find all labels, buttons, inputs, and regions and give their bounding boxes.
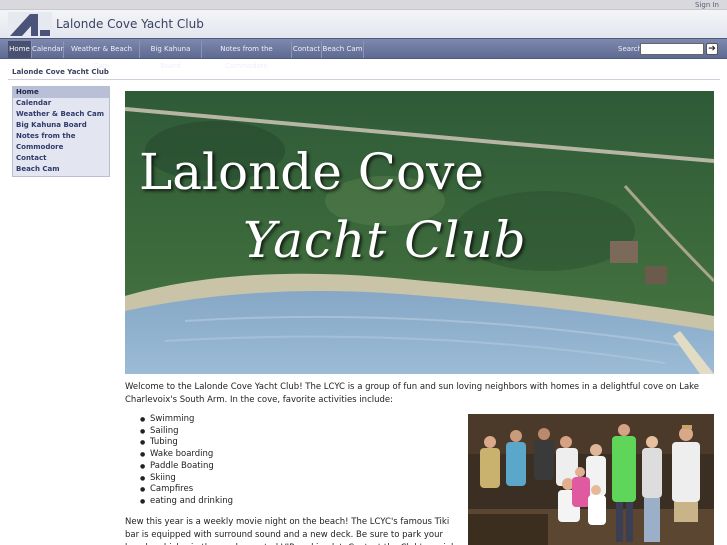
list-item: Sailing bbox=[140, 426, 440, 438]
list-item: Paddle Boating bbox=[140, 461, 440, 473]
breadcrumb-divider bbox=[8, 79, 720, 80]
sidebar-item-weather-beach-cam[interactable]: Weather & Beach Cam bbox=[13, 109, 109, 120]
list-item: eating and drinking bbox=[140, 496, 440, 508]
list-item: Swimming bbox=[140, 414, 440, 426]
sidebar-item-commodore[interactable]: Commodore bbox=[13, 142, 109, 153]
members-group-photo bbox=[468, 414, 714, 545]
sidebar-item-big-kahuna-board[interactable]: Big Kahuna Board bbox=[13, 120, 109, 131]
search-input[interactable] bbox=[640, 43, 704, 55]
hero-title: Lalonde Cove bbox=[139, 143, 484, 201]
hero-subtitle: Yacht Club bbox=[243, 211, 527, 269]
sidebar-menu: Home Calendar Weather & Beach Cam Big Ka… bbox=[12, 86, 110, 177]
top-bar: Sign In bbox=[0, 0, 727, 10]
sign-in-link[interactable]: Sign In bbox=[695, 0, 719, 10]
club-logo-icon[interactable] bbox=[8, 12, 52, 38]
nav-tab-calendar[interactable]: Calendar bbox=[32, 41, 64, 58]
main-navigation: Home Calendar Weather & Beach Cam Big Ka… bbox=[0, 38, 727, 70]
sidebar-item-contact[interactable]: Contact bbox=[13, 153, 109, 164]
intro-paragraph: Welcome to the Lalonde Cove Yacht Club! … bbox=[125, 382, 700, 405]
search-label: Search bbox=[618, 45, 643, 53]
nav-tab-notes-commodore[interactable]: Notes from the Commodore bbox=[202, 41, 292, 70]
search-submit-button[interactable]: ➔ bbox=[706, 43, 718, 55]
arrow-right-icon: ➔ bbox=[708, 44, 716, 54]
site-header: Lalonde Cove Yacht Club bbox=[0, 10, 727, 38]
hero-banner-image: Lalonde Cove Yacht Club bbox=[125, 91, 714, 374]
nav-tab-contact[interactable]: Contact bbox=[292, 41, 322, 58]
site-title[interactable]: Lalonde Cove Yacht Club bbox=[56, 17, 204, 31]
group-photo-image bbox=[468, 414, 714, 545]
news-paragraph: New this year is a weekly movie night on… bbox=[125, 517, 453, 545]
nav-tab-beach-cam[interactable]: Beach Cam bbox=[322, 41, 364, 58]
list-item: Skiing bbox=[140, 473, 440, 485]
activities-list: Swimming Sailing Tubing Wake boarding Pa… bbox=[140, 414, 440, 508]
sidebar-item-home[interactable]: Home bbox=[13, 87, 109, 98]
sidebar-item-beach-cam[interactable]: Beach Cam bbox=[13, 164, 109, 175]
nav-tab-weather-beach-cam[interactable]: Weather & Beach Cam bbox=[64, 41, 140, 70]
sidebar-item-calendar[interactable]: Calendar bbox=[13, 98, 109, 109]
list-item: Tubing bbox=[140, 437, 440, 449]
list-item: Wake boarding bbox=[140, 449, 440, 461]
breadcrumb[interactable]: Lalonde Cove Yacht Club bbox=[12, 68, 109, 76]
list-item: Campfires bbox=[140, 484, 440, 496]
nav-tab-home[interactable]: Home bbox=[8, 41, 32, 58]
sidebar-item-notes-commodore[interactable]: Notes from the bbox=[13, 131, 109, 142]
nav-tab-big-kahuna-board[interactable]: Big Kahuna Board bbox=[140, 41, 202, 70]
